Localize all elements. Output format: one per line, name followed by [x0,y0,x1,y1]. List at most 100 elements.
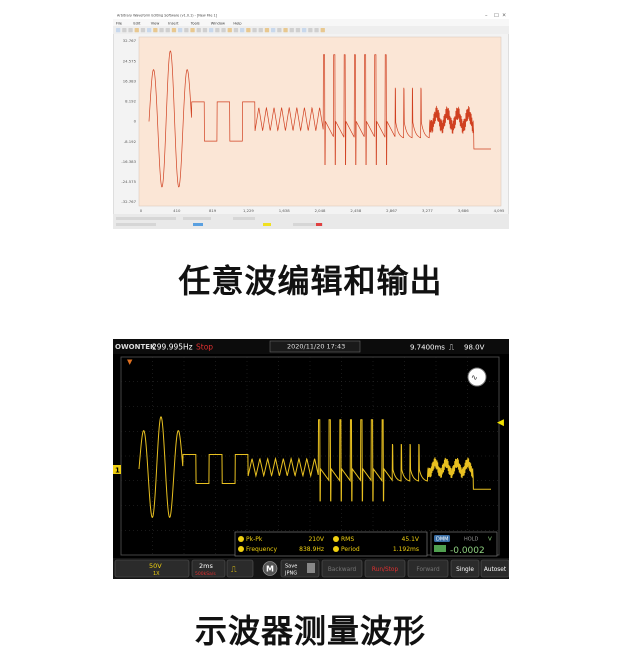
toolbar-button-icon[interactable] [233,28,239,33]
x-tick-label: 2,458 [350,208,361,213]
timebase-value: 2ms [199,562,213,570]
toolbar-button-icon[interactable] [246,28,251,33]
channel-1-badge [238,536,244,542]
trigger-edge-icon: ⎍ [449,344,454,352]
toolbar-button-icon[interactable] [215,28,220,33]
scope-brand: OWONTEK [115,343,156,351]
toolbar-button-icon[interactable] [320,28,325,33]
scope-datetime: 2020/11/20 17:43 [287,343,345,351]
toolbar-button-icon[interactable] [289,28,294,33]
x-tick-label: 3,277 [422,208,433,213]
multimeter-panel: DMM HOLD V -0.0002 [430,531,498,557]
scope-frequency: 299.995Hz [152,343,193,352]
editor-title: Arbitrary Waveform Editing Software (v1.… [117,14,218,18]
forward-label: Forward [416,567,440,573]
backward-label: Backward [328,567,357,573]
channel-1-marker[interactable]: 1 [113,465,121,475]
maximize-icon[interactable]: □ [494,13,499,19]
menu-label: M [266,565,274,574]
x-tick-label: 4,095 [494,208,505,213]
toolbar-button-icon[interactable] [258,28,263,33]
menu-item-help[interactable]: Help [233,21,242,25]
svg-text:-0.0002: -0.0002 [450,546,485,556]
toolbar-button-icon[interactable] [295,28,301,33]
trigger-level: 98.0V [464,344,485,352]
save-label-top: Save [285,564,297,570]
toolbar-button-icon[interactable] [308,28,313,33]
trigger-time: 9.7400ms [410,344,445,352]
y-tick-label: -16.383 [121,159,136,164]
toolbar-button-icon[interactable] [184,28,189,33]
toolbar-button-icon[interactable] [314,28,319,33]
measurement-value: 45.1V [402,536,420,543]
x-tick-label: 2,867 [386,208,397,213]
autoset-label: Autoset [484,567,507,573]
x-tick-label: 1,229 [243,208,254,213]
x-tick-label: 3,686 [458,208,469,213]
menu-item-view[interactable]: View [151,21,160,25]
toolbar-button-icon[interactable] [178,28,183,33]
menu-item-window[interactable]: Window [211,21,225,25]
y-tick-label: 24.575 [123,58,137,63]
wave-symbol-icon: ∿ [471,373,478,382]
trigger-edge-icon: ⎍ [231,565,237,574]
toolbar-button-icon[interactable] [153,28,158,33]
menu-item-insert[interactable]: Insert [168,21,179,25]
sample-rate: 500kSa/s [195,571,216,577]
close-icon[interactable]: × [502,13,506,19]
toolbar-button-icon[interactable] [227,28,232,33]
svg-text:1: 1 [115,467,120,475]
toolbar-button-icon[interactable] [240,28,245,33]
menu-item-edit[interactable]: Edit [133,21,141,25]
x-tick-label: 410 [173,208,181,213]
svg-text:HOLD: HOLD [464,537,478,543]
toolbar-button-icon[interactable] [209,28,214,33]
save-disk-icon [307,563,315,573]
toolbar-button-icon[interactable] [252,28,257,33]
toolbar-button-icon[interactable] [277,28,282,33]
toolbar-button-icon[interactable] [134,28,139,33]
y-tick-label: 16.383 [123,78,137,83]
y-tick-label: -8.192 [124,139,137,144]
svg-text:DMM: DMM [436,537,448,543]
toolbar-button-icon[interactable] [264,28,270,33]
toolbar-button-icon[interactable] [283,28,288,33]
toolbar-button-icon[interactable] [271,28,276,33]
measurement-label: Frequency [246,546,277,553]
channel-scale: 50V [149,562,162,570]
toolbar-button-icon[interactable] [140,28,146,33]
toolbar-button-icon[interactable] [202,28,208,33]
y-tick-label: -24.575 [121,179,136,184]
channel-1-badge [333,536,339,542]
toolbar-button-icon[interactable] [147,28,152,33]
menu-item-file[interactable]: File [116,21,123,25]
y-tick-label: -32.767 [121,199,136,204]
y-tick-label: 8.192 [125,99,136,104]
toolbar-button-icon[interactable] [159,28,164,33]
toolbar-button-icon[interactable] [190,28,195,33]
x-tick-label: 2,048 [315,208,326,213]
toolbar-button-icon[interactable] [128,28,133,33]
plot-area [138,36,502,207]
toolbar-button-icon[interactable] [171,28,177,33]
menu-item-tools[interactable]: Tools [190,21,200,25]
x-tick-label: 1,638 [279,208,290,213]
toolbar-button-icon[interactable] [302,28,307,33]
trigger-level-marker[interactable]: ◀ [497,418,504,428]
measurement-value: 210V [308,536,324,543]
toolbar-button-icon[interactable] [122,28,127,33]
run-stop-label: Run/Stop [372,567,399,573]
measurement-value: 1.192ms [393,546,419,553]
toolbar-button-icon[interactable] [221,28,226,33]
measurement-label: RMS [341,536,354,543]
run-state: Stop [196,343,213,352]
toolbar-button-icon[interactable] [165,28,170,33]
toolbar-button-icon[interactable] [196,28,201,33]
measurement-value: 838.9Hz [299,546,324,553]
toolbar-button-icon[interactable] [116,28,121,33]
channel-1-badge [333,546,339,552]
single-label: Single [456,567,474,573]
waveform-editor-window: Arbitrary Waveform Editing Software (v1.… [113,10,509,229]
trigger-pos-marker: ▼ [127,358,133,366]
oscilloscope-screen: OWONTEK 299.995Hz Stop 2020/11/20 17:43 … [113,339,509,579]
